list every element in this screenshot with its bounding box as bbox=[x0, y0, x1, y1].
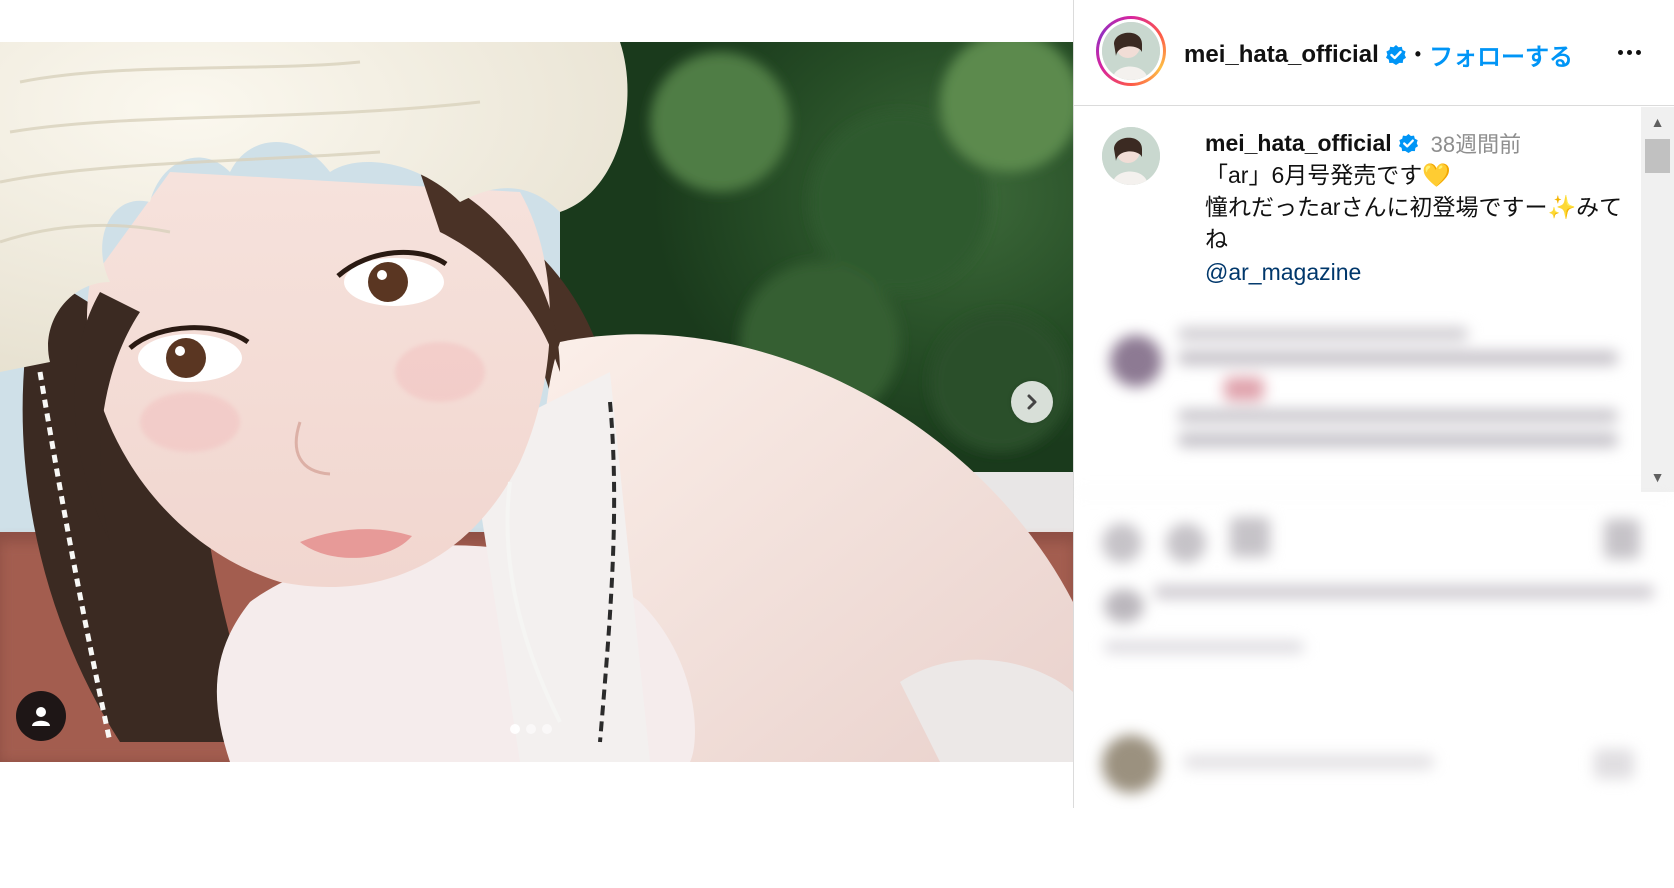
separator-bullet: • bbox=[1414, 44, 1422, 64]
caption-username[interactable]: mei_hata_official bbox=[1205, 130, 1392, 157]
avatar-image bbox=[1102, 22, 1160, 80]
carousel-indicator bbox=[510, 724, 552, 734]
media-area bbox=[0, 0, 1073, 808]
more-options-icon bbox=[1617, 49, 1623, 55]
follow-button[interactable]: フォローする bbox=[1429, 37, 1573, 72]
more-options-button[interactable] bbox=[1612, 38, 1646, 66]
user-tag-icon bbox=[32, 707, 50, 726]
instagram-post: mei_hata_official • フォローする mei_hata_offi… bbox=[0, 0, 1674, 808]
carousel-dot bbox=[542, 724, 552, 734]
mention-link[interactable]: @ar_magazine bbox=[1205, 259, 1645, 286]
verified-badge-icon bbox=[1385, 44, 1406, 65]
author-avatar[interactable] bbox=[1096, 16, 1166, 86]
carousel-next-button[interactable] bbox=[1011, 381, 1053, 423]
post-photo[interactable] bbox=[0, 42, 1073, 762]
carousel-dot bbox=[510, 724, 520, 734]
comments-section[interactable]: mei_hata_official 38週間前 「ar」6月号発売です💛 憧れだ… bbox=[1074, 107, 1674, 492]
verified-badge-icon bbox=[1398, 133, 1418, 153]
post-side-panel: mei_hata_official • フォローする mei_hata_offi… bbox=[1073, 0, 1674, 808]
author-username[interactable]: mei_hata_official bbox=[1184, 41, 1379, 69]
caption-text: 「ar」6月号発売です💛 憧れだったarさんに初登場ですー✨みてね bbox=[1205, 162, 1623, 252]
caption-avatar[interactable] bbox=[1102, 127, 1160, 185]
tagged-users-button[interactable] bbox=[16, 691, 66, 741]
chevron-right-icon bbox=[1027, 394, 1037, 410]
carousel-dot bbox=[526, 724, 536, 734]
scroll-up-arrow-icon[interactable]: ▲ bbox=[1641, 107, 1674, 137]
caption-author-line: mei_hata_official 38週間前 bbox=[1205, 127, 1645, 159]
post-actions-blurred bbox=[1074, 492, 1674, 808]
scroll-down-arrow-icon[interactable]: ▼ bbox=[1641, 462, 1674, 492]
scroll-thumb[interactable] bbox=[1645, 139, 1670, 173]
post-header: mei_hata_official • フォローする bbox=[1074, 0, 1674, 106]
author-line: mei_hata_official • フォローする bbox=[1184, 37, 1573, 72]
caption-timestamp[interactable]: 38週間前 bbox=[1431, 127, 1521, 159]
comments-scrollbar[interactable]: ▲ ▼ bbox=[1641, 107, 1674, 492]
